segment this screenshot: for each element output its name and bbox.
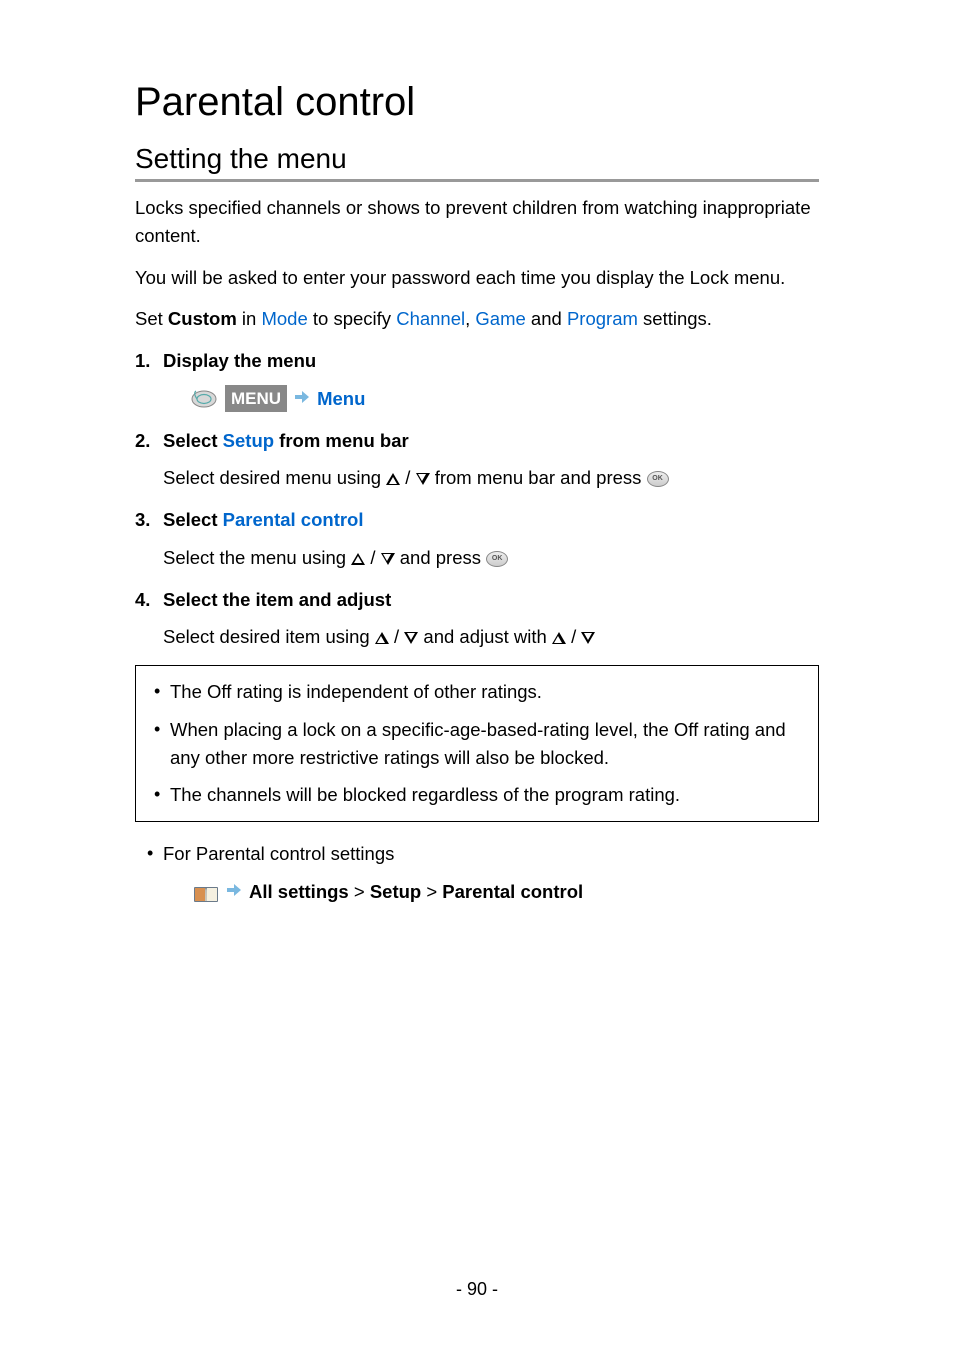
- note-item-3: The channels will be blocked regardless …: [152, 781, 802, 809]
- set-custom-line: Set Custom in Mode to specify Channel, G…: [135, 305, 819, 333]
- menu-link[interactable]: Menu: [317, 385, 365, 413]
- step-3-body: Select the menu using / and press: [163, 544, 819, 572]
- book-icon: [193, 883, 219, 901]
- step-1: Display the menu MENU Menu: [135, 347, 819, 413]
- down-triangle-icon: [381, 553, 395, 565]
- channel-link[interactable]: Channel: [396, 308, 465, 329]
- up-triangle-icon: [351, 553, 365, 565]
- step-2-body: Select desired menu using / from menu ba…: [163, 464, 819, 492]
- step-1-title: Display the menu: [163, 347, 819, 375]
- note-item-1: The Off rating is independent of other r…: [152, 678, 802, 706]
- remote-icon: [191, 390, 217, 408]
- related-path[interactable]: All settings > Setup > Parental control: [249, 878, 583, 906]
- arrow-icon: [295, 387, 309, 411]
- ok-button-icon: [647, 471, 669, 487]
- step-4: Select the item and adjust Select desire…: [135, 586, 819, 652]
- page-title: Parental control: [135, 80, 819, 125]
- up-triangle-icon: [386, 473, 400, 485]
- arrow-icon: [227, 880, 241, 904]
- down-triangle-icon: [416, 473, 430, 485]
- outer-note: For Parental control settings: [145, 840, 819, 906]
- step-2-title: Select Setup from menu bar: [163, 427, 819, 455]
- mode-link[interactable]: Mode: [261, 308, 307, 329]
- up-triangle-icon: [375, 632, 389, 644]
- section-subtitle: Setting the menu: [135, 143, 819, 182]
- page-number: - 90 -: [456, 1279, 498, 1300]
- step-2: Select Setup from menu bar Select desire…: [135, 427, 819, 493]
- game-link[interactable]: Game: [475, 308, 525, 329]
- down-triangle-icon: [404, 632, 418, 644]
- step-4-body: Select desired item using / and adjust w…: [163, 623, 819, 651]
- ok-button-icon: [486, 551, 508, 567]
- intro-paragraph-2: You will be asked to enter your password…: [135, 264, 819, 292]
- note-item-2: When placing a lock on a specific-age-ba…: [152, 716, 802, 772]
- step-3-title: Select Parental control: [163, 506, 819, 534]
- down-triangle-icon: [581, 632, 595, 644]
- program-link[interactable]: Program: [567, 308, 638, 329]
- parental-control-link[interactable]: Parental control: [223, 509, 364, 530]
- up-triangle-icon: [552, 632, 566, 644]
- related-link-line: All settings > Setup > Parental control: [163, 878, 819, 906]
- step-3: Select Parental control Select the menu …: [135, 506, 819, 572]
- note-box: The Off rating is independent of other r…: [135, 665, 819, 822]
- step-4-title: Select the item and adjust: [163, 586, 819, 614]
- intro-paragraph-1: Locks specified channels or shows to pre…: [135, 194, 819, 250]
- menu-badge: MENU: [225, 385, 287, 413]
- setup-link[interactable]: Setup: [223, 430, 274, 451]
